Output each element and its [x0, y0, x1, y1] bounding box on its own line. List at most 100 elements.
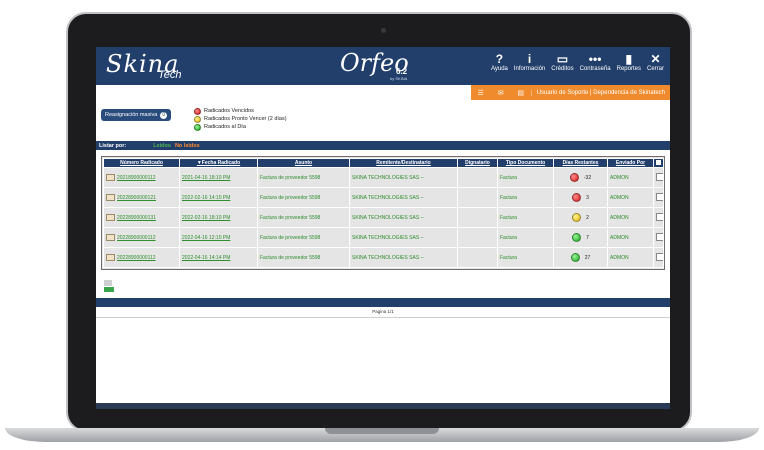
green-status-icon — [194, 123, 201, 131]
record-number[interactable]: 20228900000121 — [117, 195, 156, 201]
password-icon: ••• — [588, 52, 602, 66]
column-header[interactable]: Tipo Documento — [497, 158, 554, 168]
date-cell[interactable]: 2022-02-16 18:10 PM — [179, 207, 258, 228]
table-row[interactable]: 20218900000112 2021-04-16 18:10 PM Factura… — [103, 167, 664, 188]
record-number[interactable]: 20228900000112 — [117, 255, 156, 261]
table-row[interactable]: 20228900000112 2022-04-16 14:14 PM Factura… — [103, 247, 664, 268]
date-cell[interactable]: 2022-02-16 14:10 PM — [179, 187, 258, 208]
record-number[interactable]: 20228900000112 — [117, 235, 156, 241]
days-value: 7 — [586, 234, 589, 241]
nav-item-ayuda[interactable]: ? Ayuda — [491, 52, 508, 72]
nav-item-cerrar[interactable]: ✕ Cerrar — [647, 52, 664, 72]
yellow-status-icon — [194, 115, 201, 123]
list-by-bar: Listar por: Leidos No leidos — [96, 141, 670, 150]
sender-cell: SKINA TECHNOLOGIES SAS -- — [349, 187, 458, 208]
record-number-cell[interactable]: 20228900000131 — [103, 207, 180, 228]
app-by: by SKINA — [390, 76, 408, 81]
nav-item-reportes[interactable]: ▮ Reportes — [617, 52, 641, 72]
folder-icon[interactable]: ▤ — [511, 89, 531, 97]
doc-type-cell: Factura — [497, 227, 554, 248]
doc-type-cell: Factura — [497, 247, 554, 268]
record-number-cell[interactable]: 20228900000121 — [103, 187, 180, 208]
table-row[interactable]: 20228900000121 2022-02-16 14:10 PM Factura… — [103, 187, 664, 208]
column-header[interactable]: Número Radicado — [103, 158, 180, 168]
yellow-status-icon — [572, 213, 582, 222]
legend-label: Radicados al Día — [204, 124, 246, 130]
row-checkbox[interactable] — [656, 192, 663, 201]
screen: Skina Tech Orfeo 6.2 by SKINA ? Ayuda i Inf… — [96, 47, 670, 409]
doc-type-cell: Factura — [497, 187, 554, 208]
export-tag — [104, 287, 114, 292]
filter-unread-link[interactable]: No leidos — [175, 143, 200, 149]
top-nav: ? Ayuda i Información ▭ Créditos ••• Contraseña… — [491, 52, 664, 72]
column-header[interactable]: ▼Fecha Radicado — [179, 158, 258, 168]
row-checkbox[interactable] — [656, 252, 663, 261]
filter-read-link[interactable]: Leidos — [153, 143, 171, 149]
row-checkbox[interactable] — [656, 212, 663, 221]
days-remaining-cell: 27 — [553, 247, 608, 268]
red-status-icon — [194, 107, 201, 115]
record-number-cell[interactable]: 20228900000112 — [103, 247, 180, 268]
select-all-checkbox[interactable] — [656, 159, 661, 165]
user-toolbar: ☰ ✉ ▤ Usuario de Soporte | Dependencia de S… — [470, 85, 670, 100]
days-remaining-cell: -32 — [553, 167, 608, 188]
days-value: 27 — [584, 254, 591, 261]
menu-icon[interactable]: ☰ — [471, 89, 491, 97]
row-checkbox[interactable] — [656, 232, 663, 241]
sender-cell: SKINA TECHNOLOGIES SAS -- — [349, 247, 458, 268]
subject-cell: Factura de proveedor 5598 — [257, 207, 350, 228]
record-number[interactable]: 20228900000131 — [117, 215, 156, 221]
column-header[interactable]: Enviado Por — [607, 158, 654, 168]
table-row[interactable]: 20228900000131 2022-02-16 18:10 PM Factura… — [103, 207, 664, 228]
nav-item-créditos[interactable]: ▭ Créditos — [551, 52, 573, 72]
nav-label: Ayuda — [490, 66, 508, 72]
document-icon — [106, 194, 115, 201]
nav-item-información[interactable]: i Información — [514, 52, 545, 72]
credits-icon: ▭ — [556, 52, 569, 66]
column-header[interactable]: Asunto — [257, 158, 350, 168]
sent-by-cell: ADMON — [607, 187, 654, 208]
mail-icon[interactable]: ✉ — [491, 89, 511, 97]
sent-by-cell: ADMON — [607, 227, 654, 248]
status-legend: Radicados Vencidos Radicados Pronto Vence… — [194, 107, 287, 131]
records-table: Número Radicado ▼Fecha Radicado Asunto Remi… — [103, 158, 664, 268]
record-number-cell[interactable]: 20218900000112 — [103, 167, 180, 188]
sent-by-cell: ADMON — [607, 167, 654, 188]
nav-item-contraseña[interactable]: ••• Contraseña — [580, 52, 611, 72]
date-cell[interactable]: 2022-04-16 14:14 PM — [179, 247, 258, 268]
export-icon[interactable] — [104, 280, 112, 286]
dignatary-cell — [457, 187, 498, 208]
help-icon: ? — [495, 52, 504, 66]
record-number-cell[interactable]: 20228900000112 — [103, 227, 180, 248]
green-status-icon — [572, 233, 582, 242]
records-table-wrap: Número Radicado ▼Fecha Radicado Asunto Remi… — [101, 156, 665, 270]
green-status-icon — [570, 253, 580, 262]
nav-label: Información — [513, 66, 546, 72]
dignatary-cell — [457, 207, 498, 228]
red-status-icon — [572, 193, 582, 202]
date-cell[interactable]: 2021-04-16 18:10 PM — [179, 167, 258, 188]
nav-label: Reportes — [616, 66, 641, 72]
table-row[interactable]: 20228900000112 2022-04-16 12:10 PM Factura… — [103, 227, 664, 248]
list-by-label: Listar por: — [99, 142, 127, 149]
reassign-button[interactable]: Reasignación masiva 0 — [101, 109, 172, 121]
column-header[interactable]: Dignatario — [457, 158, 498, 168]
column-header[interactable]: Días Restantes — [553, 158, 608, 168]
date-cell[interactable]: 2022-04-16 12:10 PM — [179, 227, 258, 248]
days-value: 3 — [586, 194, 589, 201]
legend-item: Radicados Pronto Vencer (2 días) — [194, 115, 287, 123]
bottom-bar — [96, 298, 670, 307]
reassign-label: Reasignación masiva — [105, 112, 158, 118]
row-select-cell — [653, 227, 664, 248]
record-number[interactable]: 20218900000112 — [117, 175, 156, 181]
sent-by-cell: ADMON — [607, 207, 654, 228]
column-header[interactable]: Remitente/Destinatario — [349, 158, 458, 168]
doc-type-cell: Factura — [497, 207, 554, 228]
row-select-cell — [653, 167, 664, 188]
subject-cell: Factura de proveedor 5598 — [257, 167, 350, 188]
legend-label: Radicados Vencidos — [204, 108, 254, 114]
sender-cell: SKINA TECHNOLOGIES SAS -- — [349, 167, 458, 188]
document-icon — [106, 234, 115, 241]
row-checkbox[interactable] — [656, 172, 663, 181]
row-select-cell — [653, 187, 664, 208]
